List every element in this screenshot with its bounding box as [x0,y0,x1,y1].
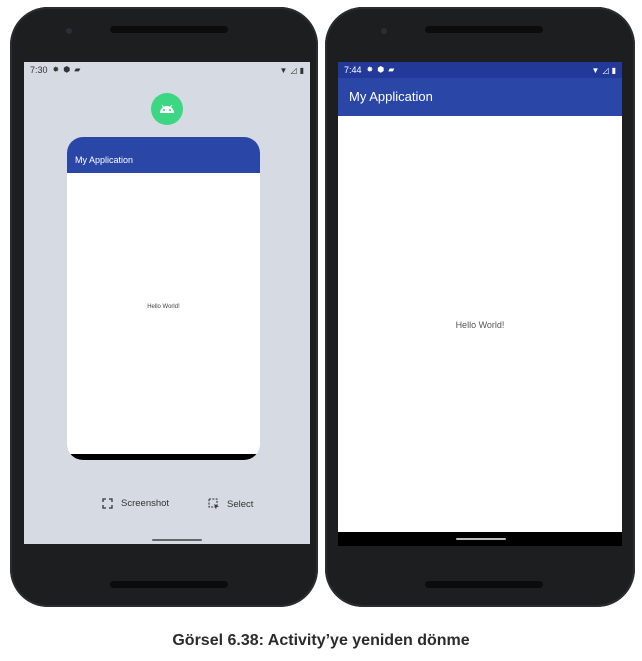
right-screen: 7:44 ✸ ⬢ ▰ ▼ ◿ ▮ My Application Hello Wo… [338,62,622,546]
sd-card-icon: ▰ [388,65,395,74]
status-bar: 7:30 ✸ ⬢ ▰ ▼ ◿ ▮ [24,62,310,78]
front-camera [66,28,72,34]
signal-icon: ◿ [290,65,297,75]
card-app-title: My Application [75,155,134,165]
select-button[interactable]: Select [208,498,253,510]
card-body-text: Hello World! [147,304,180,310]
status-time: 7:44 [344,65,362,75]
front-camera [381,28,387,34]
screenshot-icon [102,498,113,509]
screenshot-button[interactable]: Screenshot [102,498,169,509]
app-bar: My Application [338,78,622,116]
card-app-bar: My Application [67,137,260,173]
right-phone: 7:44 ✸ ⬢ ▰ ▼ ◿ ▮ My Application Hello Wo… [325,7,635,607]
top-speaker [425,26,543,33]
sd-card-icon: ▰ [74,65,81,74]
gear-icon: ✸ [366,65,374,74]
gesture-nav-handle[interactable] [152,539,202,541]
bottom-speaker [110,581,228,588]
screenshot-label: Screenshot [121,498,170,509]
android-icon[interactable] [151,93,183,125]
battery-icon: ▮ [299,65,304,75]
top-speaker [110,26,228,33]
signal-icon: ◿ [602,65,609,75]
nav-bar [338,532,622,546]
card-bottom-bar [67,454,260,460]
shield-icon: ⬢ [377,65,385,74]
select-icon [208,498,219,510]
recent-app-card[interactable]: My Application Hello World! [67,137,260,460]
hello-world-text: Hello World! [455,320,505,330]
wifi-icon: ▼ [279,65,288,75]
gear-icon: ✸ [52,65,60,74]
app-bar-title: My Application [349,89,433,104]
bottom-speaker [425,581,543,588]
status-bar: 7:44 ✸ ⬢ ▰ ▼ ◿ ▮ [338,62,622,78]
status-time: 7:30 [30,65,48,75]
gesture-nav-handle[interactable] [456,538,506,540]
shield-icon: ⬢ [63,65,71,74]
wifi-icon: ▼ [591,65,600,75]
left-screen: 7:30 ✸ ⬢ ▰ ▼ ◿ ▮ My Application Hello Wo… [24,62,310,544]
figure-caption: Görsel 6.38: Activity’ye yeniden dönme [172,632,470,649]
select-label: Select [227,498,254,510]
battery-icon: ▮ [611,65,616,75]
left-phone: 7:30 ✸ ⬢ ▰ ▼ ◿ ▮ My Application Hello Wo… [10,7,318,607]
